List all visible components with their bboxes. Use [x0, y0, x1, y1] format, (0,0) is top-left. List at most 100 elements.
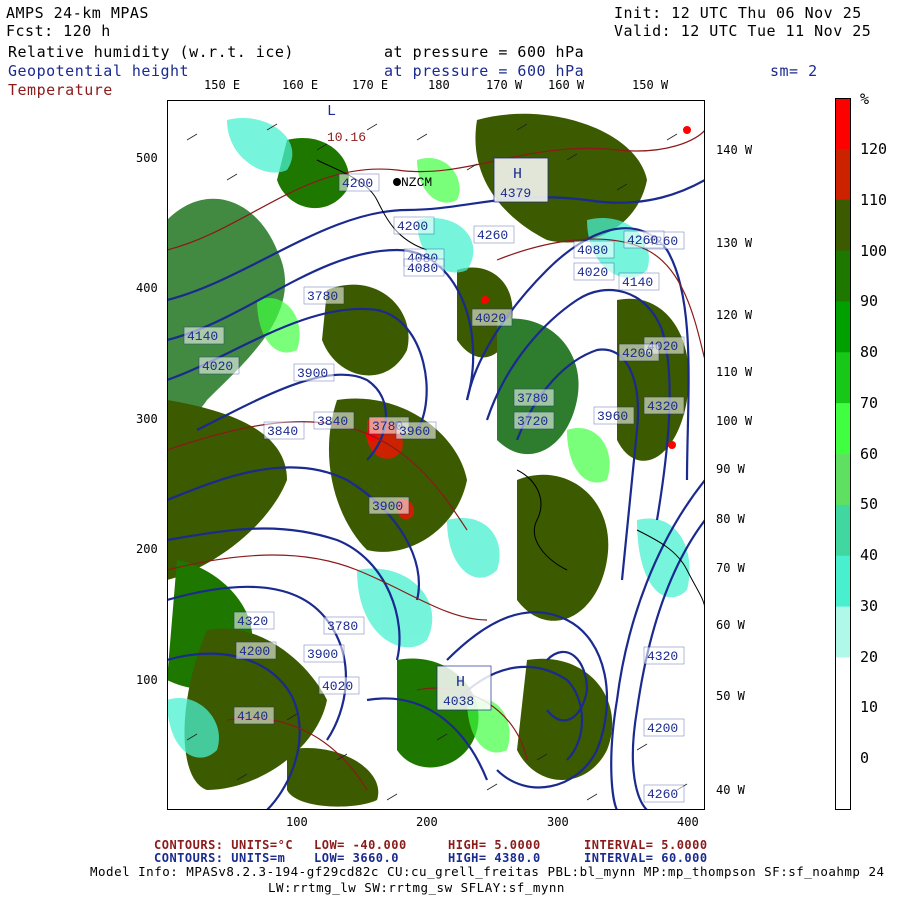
- colorbar-label: 120: [860, 140, 888, 158]
- colorbar-segment: [835, 606, 851, 658]
- right-lon-label: 130 W: [716, 236, 753, 250]
- high-marker: H: [456, 674, 465, 691]
- y-tick: 300: [136, 412, 158, 426]
- colorbar-label: 30: [860, 597, 879, 615]
- top-lon-label: 170 W: [486, 78, 523, 92]
- height-contour-label: 4200: [239, 644, 270, 659]
- height-contour-label: 4140: [237, 709, 268, 724]
- y-tick: 400: [136, 281, 158, 295]
- valid-time: Valid: 12 UTC Tue 11 Nov 25: [614, 22, 872, 40]
- colorbar-segment: [835, 148, 851, 201]
- height-contour-label: 3780: [307, 289, 338, 304]
- height-contour-label: 4140: [622, 275, 653, 290]
- x-tick: 200: [416, 815, 438, 829]
- init-time: Init: 12 UTC Thu 06 Nov 25: [614, 4, 862, 22]
- height-contour-label: 4200: [342, 176, 373, 191]
- right-lon-label: 140 W: [716, 143, 753, 157]
- colorbar-segment: [835, 504, 851, 557]
- height-contour-label: 4080: [577, 243, 608, 258]
- colorbar-label: 10: [860, 698, 879, 716]
- height-contour-label: 3780: [327, 619, 358, 634]
- contour-hgt-low: LOW= 3660.0: [314, 851, 399, 865]
- height-contour-label: 3960: [399, 424, 430, 439]
- colorbar-segment: [835, 759, 851, 810]
- right-lon-label: 90 W: [716, 462, 745, 476]
- top-lon-label: 160 W: [548, 78, 585, 92]
- field-temp-name: Temperature: [8, 81, 113, 99]
- colorbar-unit: %: [860, 90, 870, 108]
- map-plot: 4200 4200 4080 4260 4020 4080 4140 4020 3780 3900…: [167, 100, 705, 810]
- high-value: 4379: [500, 186, 531, 201]
- height-contour-label: 4320: [647, 399, 678, 414]
- height-contour-label: 4020: [577, 265, 608, 280]
- height-contour-label: 3840: [267, 424, 298, 439]
- height-contour-label: 3840: [317, 414, 348, 429]
- y-tick: 500: [136, 151, 158, 165]
- colorbar-segment: [835, 657, 851, 709]
- colorbar-segment: [835, 250, 851, 302]
- x-tick: 100: [286, 815, 308, 829]
- right-lon-label: 40 W: [716, 783, 745, 797]
- station-label: NZCM: [401, 175, 432, 190]
- height-contour-label: 4320: [647, 649, 678, 664]
- right-lon-label: 100 W: [716, 414, 753, 428]
- colorbar: [835, 98, 851, 810]
- height-contour-label: 4020: [202, 359, 233, 374]
- colorbar-label: 80: [860, 343, 879, 361]
- contour-temp-low: LOW= -40.000: [314, 838, 407, 852]
- colorbar-label: 110: [860, 191, 888, 209]
- colorbar-label: 40: [860, 546, 879, 564]
- high-marker: H: [513, 166, 522, 183]
- forecast-hour: Fcst: 120 h: [6, 22, 111, 40]
- height-contour-label: 4020: [475, 311, 506, 326]
- low-marker: L: [327, 103, 336, 120]
- contour-hgt-interval: INTERVAL= 60.000: [584, 851, 708, 865]
- height-contour-label: 4260: [647, 787, 678, 802]
- smoothing-label: sm= 2: [770, 62, 818, 80]
- field-hgt-name: Geopotential height: [8, 62, 190, 80]
- height-contour-label: 4200: [397, 219, 428, 234]
- colorbar-label: 0: [860, 749, 870, 767]
- contour-hgt-high: HIGH= 4380.0: [448, 851, 541, 865]
- contour-temp-high: HIGH= 5.0000: [448, 838, 541, 852]
- height-contour-label: 4200: [622, 346, 653, 361]
- colorbar-segment: [835, 403, 851, 455]
- contour-hgt-label: CONTOURS: UNITS=m: [154, 851, 286, 865]
- height-contour-label: 3720: [517, 414, 548, 429]
- y-tick: 100: [136, 673, 158, 687]
- right-lon-label: 60 W: [716, 618, 745, 632]
- right-lon-label: 110 W: [716, 365, 753, 379]
- top-lon-label: 150 W: [632, 78, 669, 92]
- height-contour-label: 3960: [597, 409, 628, 424]
- top-lon-label: 170 E: [352, 78, 389, 92]
- colorbar-segment: [835, 555, 851, 608]
- height-contour-label: 3900: [307, 647, 338, 662]
- height-contour-label: 3900: [372, 499, 403, 514]
- height-contour-label: 4260: [477, 228, 508, 243]
- colorbar-segment: [835, 454, 851, 506]
- right-lon-label: 50 W: [716, 689, 745, 703]
- colorbar-segment: [835, 301, 851, 353]
- top-lon-label: 180: [428, 78, 450, 92]
- height-contour-label: 4200: [647, 721, 678, 736]
- colorbar-label: 20: [860, 648, 879, 666]
- height-contour-label: 4320: [237, 614, 268, 629]
- right-lon-label: 80 W: [716, 512, 745, 526]
- colorbar-segment: [835, 98, 851, 150]
- field-rh-name: Relative humidity (w.r.t. ice): [8, 43, 294, 61]
- right-lon-label: 70 W: [716, 561, 745, 575]
- colorbar-label: 70: [860, 394, 879, 412]
- field-rh-level: at pressure = 600 hPa: [384, 43, 585, 61]
- model-info-line2: LW:rrtmg_lw SW:rrtmg_sw SFLAY:sf_mynn: [268, 880, 565, 895]
- height-contour-label: 4140: [187, 329, 218, 344]
- y-tick: 200: [136, 542, 158, 556]
- contour-temp-label: CONTOURS: UNITS=°C: [154, 838, 294, 852]
- x-tick: 300: [547, 815, 569, 829]
- x-tick: 400: [677, 815, 699, 829]
- colorbar-label: 50: [860, 495, 879, 513]
- height-contour-label: 4080: [407, 261, 438, 276]
- height-contour-label: 3780: [517, 391, 548, 406]
- low-value: 10.16: [327, 130, 366, 145]
- colorbar-segment: [835, 708, 851, 760]
- model-info-line1: Model Info: MPASv8.2.3-194-gf29cd82c CU:…: [90, 864, 885, 879]
